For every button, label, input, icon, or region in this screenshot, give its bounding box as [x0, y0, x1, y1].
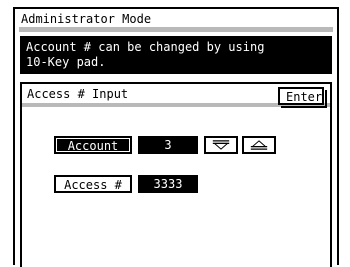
instruction-message: Account # can be changed by using 10-Key…	[20, 36, 332, 74]
administrator-panel: Administrator Mode Account # can be chan…	[13, 7, 339, 267]
access-number-value: 3333	[138, 175, 198, 193]
section-title: Access # Input	[27, 87, 129, 101]
account-number-value: 3	[138, 136, 198, 154]
down-arrow-icon	[212, 140, 230, 150]
access-input-section: Access # Input Enter Account # 3 Access …	[20, 82, 332, 267]
decrement-button[interactable]	[204, 136, 238, 154]
window-title: Administrator Mode	[15, 9, 337, 32]
account-number-button[interactable]: Account #	[54, 136, 132, 167]
increment-button[interactable]	[242, 136, 276, 154]
enter-button[interactable]: Enter	[278, 87, 327, 108]
access-number-button[interactable]: Access #	[54, 175, 132, 193]
up-arrow-icon	[250, 140, 268, 150]
